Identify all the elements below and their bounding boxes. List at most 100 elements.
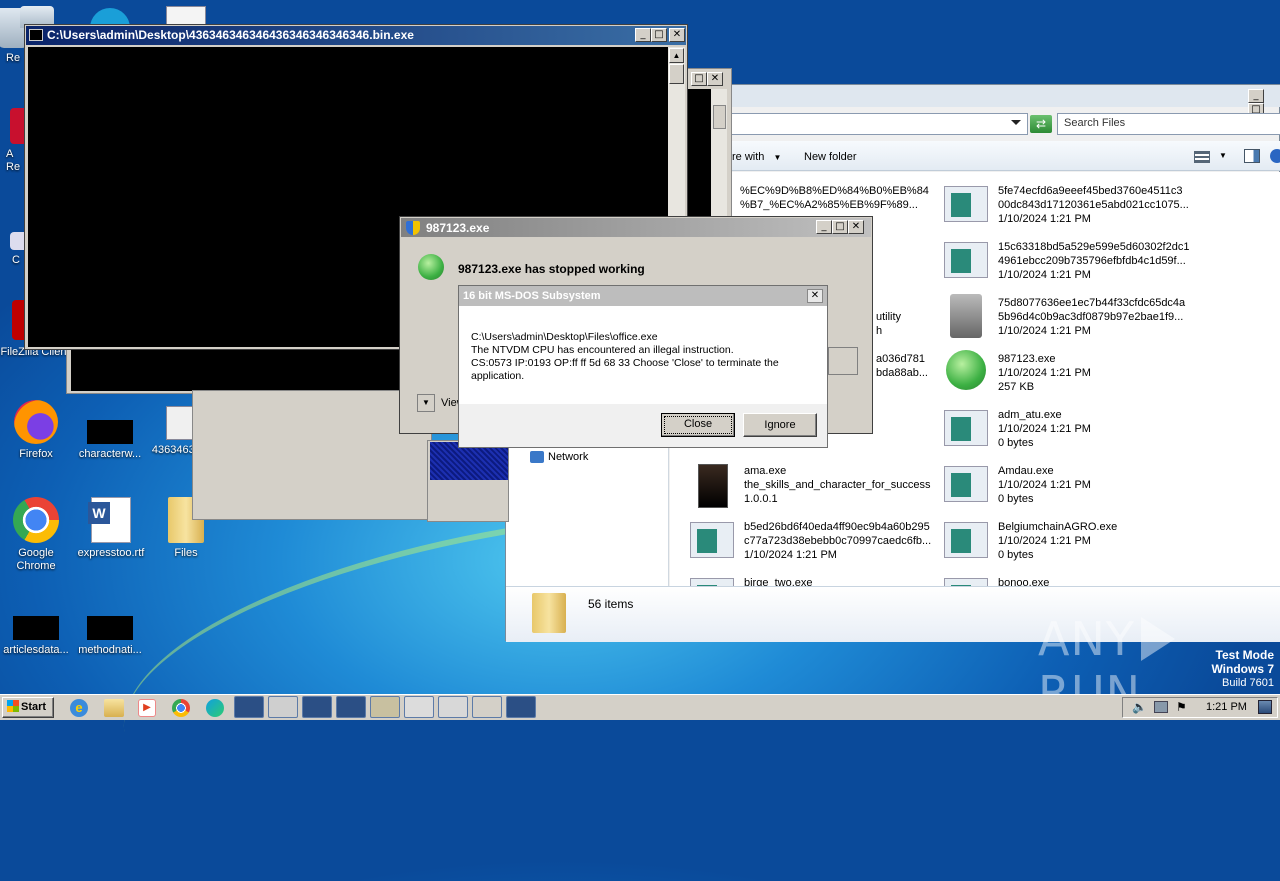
word-w-icon: W <box>88 502 110 524</box>
file-text: 987123.exe 1/10/2024 1:21 PM 257 KB <box>998 352 1194 394</box>
flag-icon[interactable]: ⚑ <box>1176 700 1187 714</box>
desktop-icon-articlesdata[interactable]: articlesdata... <box>0 616 74 657</box>
taskbar-window-button[interactable] <box>404 696 434 718</box>
desktop-icon-firefox[interactable]: Firefox <box>0 400 72 461</box>
close-icon[interactable]: ✕ <box>807 289 823 303</box>
taskbar-window-button[interactable] <box>302 696 332 718</box>
file-size: 0 bytes <box>998 549 1034 561</box>
taskbar-window-button[interactable] <box>370 696 400 718</box>
background-window <box>192 390 507 520</box>
network-nav-item[interactable]: Network <box>530 451 589 464</box>
file-icon <box>13 616 59 640</box>
desktop-icon-expresstoo[interactable]: W expresstoo.rtf <box>73 497 149 560</box>
taskbar-window-button[interactable] <box>438 696 468 718</box>
volume-icon[interactable]: 🔈 <box>1132 700 1147 714</box>
help-icon[interactable] <box>1270 149 1280 163</box>
start-button[interactable]: Start <box>2 697 54 718</box>
file-name: 75d8077636ee1ec7b44f33cfdc65dc4a <box>998 297 1186 309</box>
minimize-button[interactable]: _ <box>1248 89 1264 103</box>
file-item-b5ed26[interactable]: b5ed26bd6f40eda4ff90ec9b4a60b295 c77a723… <box>690 518 940 572</box>
close-button[interactable]: ✕ <box>669 28 685 42</box>
clock[interactable]: 1:21 PM <box>1206 701 1247 713</box>
file-date: 1/10/2024 1:21 PM <box>998 535 1091 547</box>
window-controls: _ □ ✕ <box>635 28 685 42</box>
expand-details-button[interactable]: ▼ <box>417 394 435 412</box>
share-with-menu[interactable]: re with ▼ <box>732 151 781 163</box>
explorer-taskbar-icon[interactable] <box>104 699 124 717</box>
chrome-taskbar-icon[interactable] <box>172 699 190 717</box>
file-icon <box>87 616 133 640</box>
exe-icon <box>944 242 988 278</box>
file-item-15c63[interactable]: 15c63318bd5a529e599e5d60302f2dc1 4961ebcc… <box>944 238 1194 292</box>
edge-taskbar-icon[interactable] <box>206 699 224 717</box>
taskbar-window-button[interactable] <box>234 696 264 718</box>
taskbar-window-button[interactable] <box>336 696 366 718</box>
desktop-icon-label: Files <box>174 547 198 559</box>
file-name: 987123.exe <box>998 353 1056 365</box>
file-item-bonoo[interactable]: bonoo.exe <box>944 574 1194 586</box>
file-text: bonoo.exe <box>998 576 1194 586</box>
preview-pane-icon[interactable] <box>1244 149 1260 163</box>
ntvdm-title: 16 bit MS-DOS Subsystem <box>463 290 601 302</box>
chrome-icon <box>13 497 59 543</box>
close-button[interactable]: Close <box>661 413 735 437</box>
refresh-button[interactable]: ⇄ <box>1030 115 1052 133</box>
desktop-icon-methodnati[interactable]: methodnati... <box>72 616 148 657</box>
taskbar-window-button[interactable] <box>506 696 536 718</box>
network-label: Network <box>548 451 589 463</box>
file-name: Amdau.exe <box>998 465 1054 477</box>
exe-icon <box>944 410 988 446</box>
ignore-button[interactable]: Ignore <box>743 413 817 437</box>
chevron-down-icon[interactable]: ▼ <box>1219 151 1227 160</box>
file-item-5fe74[interactable]: 5fe74ecfd6a9eeef45bed3760e4511c3 00dc843d… <box>944 182 1194 236</box>
file-item-birge-two[interactable]: birge_two.exe <box>690 574 940 586</box>
chevron-down-icon[interactable] <box>1011 120 1021 130</box>
taskbar-window-button[interactable] <box>472 696 502 718</box>
file-version: 1.0.0.1 <box>744 493 778 505</box>
maximize-button[interactable]: □ <box>691 72 707 86</box>
file-item-987123[interactable]: 987123.exe 1/10/2024 1:21 PM 257 KB <box>944 350 1194 404</box>
close-button[interactable]: ✕ <box>707 72 723 86</box>
search-input[interactable]: Search Files <box>1057 113 1280 135</box>
view-options-icon[interactable] <box>1194 151 1210 163</box>
minimize-button[interactable]: _ <box>816 220 832 234</box>
file-item-amdau[interactable]: Amdau.exe 1/10/2024 1:21 PM 0 bytes <box>944 462 1194 516</box>
ie-icon[interactable]: e <box>70 699 88 717</box>
file-item-belgium[interactable]: BelgiumchainAGRO.exe 1/10/2024 1:21 PM 0 b… <box>944 518 1194 572</box>
file-item-ama[interactable]: ama.exe the_skills_and_character_for_suc… <box>690 462 940 516</box>
maximize-button[interactable]: □ <box>651 28 667 42</box>
media-player-icon[interactable]: ▶ <box>138 699 156 717</box>
file-item-adm-atu[interactable]: adm_atu.exe 1/10/2024 1:21 PM 0 bytes <box>944 406 1194 460</box>
network-tray-icon[interactable] <box>1154 701 1168 713</box>
network-icon <box>530 451 544 464</box>
file-name-cont: c77a723d38ebebb0c70997caedc6fb... <box>744 535 932 547</box>
item-count: 56 items <box>588 597 634 611</box>
file-date: 1/10/2024 1:21 PM <box>998 479 1091 491</box>
file-text: 75d8077636ee1ec7b44f33cfdc65dc4a 5b96d4c0… <box>998 296 1194 338</box>
minimize-button[interactable]: _ <box>635 28 651 42</box>
file-item-75d80[interactable]: 75d8077636ee1ec7b44f33cfdc65dc4a 5b96d4c0… <box>944 294 1194 348</box>
scroll-thumb[interactable] <box>713 105 726 129</box>
green-circle-icon <box>946 350 986 390</box>
status-circle-icon <box>418 254 444 280</box>
show-desktop-icon[interactable] <box>1258 700 1272 714</box>
file-name-line: %EC%9D%B8%ED%84%B0%EB%84 <box>740 185 929 197</box>
file-name-cont: 00dc843d17120361e5abd021cc1075... <box>998 199 1189 211</box>
folder-icon <box>532 593 566 633</box>
new-folder-button[interactable]: New folder <box>804 151 857 163</box>
file-name: b5ed26bd6f40eda4ff90ec9b4a60b295 <box>744 521 930 533</box>
desktop-icon-characterw[interactable]: characterw... <box>72 420 148 461</box>
desktop-icon-chrome[interactable]: Google Chrome <box>0 497 72 573</box>
file-name-cont: 5b96d4c0b9ac3df0879b97e2bae1f9... <box>998 311 1184 323</box>
desktop-icon-label: A Re <box>6 148 21 173</box>
file-name: ama.exe <box>744 465 787 477</box>
taskbar <box>0 694 1280 720</box>
file-size: 257 KB <box>998 381 1035 393</box>
crash-message: 987123.exe has stopped working <box>458 262 645 276</box>
close-button[interactable]: ✕ <box>848 220 864 234</box>
windows-logo-icon <box>7 700 19 712</box>
scroll-thumb[interactable] <box>669 64 684 84</box>
scroll-up-button[interactable]: ▲ <box>669 48 684 63</box>
taskbar-window-button[interactable] <box>268 696 298 718</box>
maximize-button[interactable]: □ <box>832 220 848 234</box>
